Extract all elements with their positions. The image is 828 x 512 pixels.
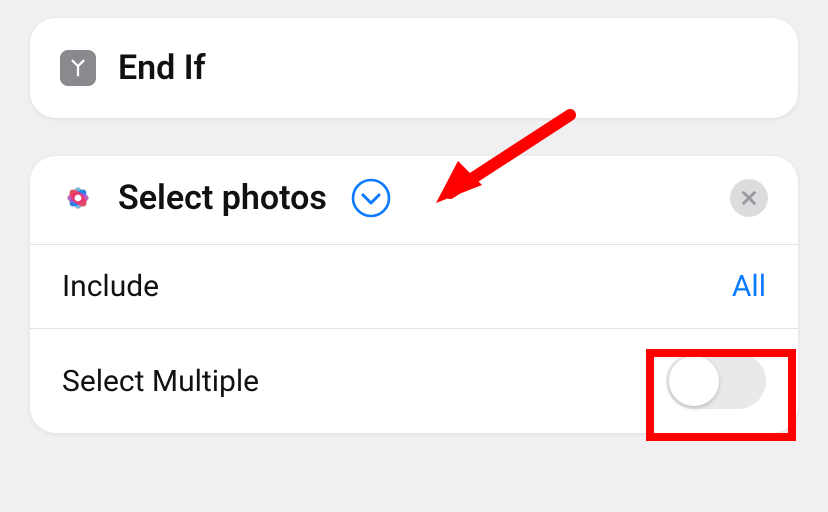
select-multiple-toggle[interactable] xyxy=(666,353,766,409)
photos-app-icon xyxy=(60,180,96,216)
include-option-row[interactable]: Include All xyxy=(30,244,798,328)
select-multiple-label: Select Multiple xyxy=(62,364,259,399)
select-photos-title: Select photos xyxy=(118,178,327,218)
close-action-button[interactable] xyxy=(730,179,768,217)
end-if-action-card[interactable]: End If xyxy=(30,18,798,118)
branch-icon xyxy=(60,50,96,86)
toggle-knob xyxy=(669,356,719,406)
chevron-expand-icon[interactable] xyxy=(351,178,391,218)
select-photos-header: Select photos xyxy=(30,156,798,244)
select-multiple-option-row: Select Multiple xyxy=(30,328,798,433)
include-value: All xyxy=(732,269,766,304)
end-if-label: End If xyxy=(118,48,206,88)
select-photos-action-card: Select photos Include All Select Multipl… xyxy=(30,156,798,433)
include-label: Include xyxy=(62,269,159,304)
